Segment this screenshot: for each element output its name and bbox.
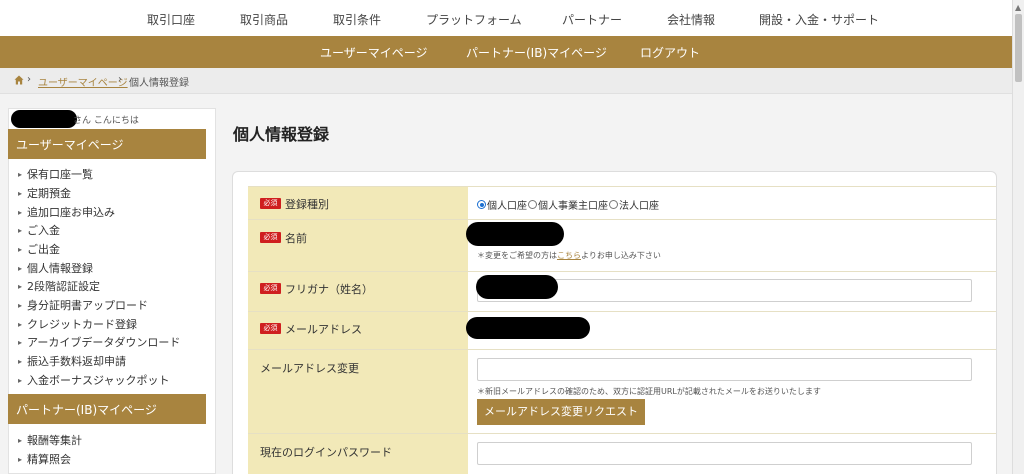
name-change-link[interactable]: こちら bbox=[557, 251, 581, 260]
row-divider bbox=[248, 311, 996, 312]
breadcrumb: › ユーザーマイページ › 個人情報登録 bbox=[0, 68, 1012, 94]
name-change-note: ＊変更をご希望の方はこちらよりお申し込み下さい bbox=[477, 250, 661, 261]
sidebar-item-settlement[interactable]: 精算照会 bbox=[18, 451, 71, 467]
redacted-username bbox=[11, 110, 77, 128]
user-greeting: さん こんにちは bbox=[9, 109, 215, 129]
required-badge: 必須 bbox=[260, 283, 281, 294]
top-nav-item-conditions[interactable]: 取引条件 bbox=[333, 11, 381, 28]
greeting-text: さん こんにちは bbox=[73, 116, 139, 126]
user-mypage-link[interactable]: ユーザーマイページ bbox=[320, 44, 428, 61]
top-nav-item-support[interactable]: 開設・入金・サポート bbox=[759, 11, 879, 28]
sidebar-item-archive-download[interactable]: アーカイブデータダウンロード bbox=[18, 334, 180, 350]
name-note-suffix: よりお申し込み下さい bbox=[581, 251, 661, 260]
name-label: 名前 bbox=[285, 232, 307, 245]
redacted-name bbox=[466, 222, 564, 246]
email-change-request-button[interactable]: メールアドレス変更リクエスト bbox=[477, 399, 645, 425]
required-badge: 必須 bbox=[260, 323, 281, 334]
sidebar-section-user: ユーザーマイページ bbox=[8, 129, 206, 159]
sidebar-item-term-deposit[interactable]: 定期預金 bbox=[18, 185, 71, 201]
breadcrumb-separator: › bbox=[27, 74, 31, 85]
radio-sole-proprietor[interactable] bbox=[528, 200, 537, 209]
radio-sole-proprietor-label[interactable]: 個人事業主口座 bbox=[538, 197, 608, 212]
top-nav-item-products[interactable]: 取引商品 bbox=[240, 11, 288, 28]
furigana-label: フリガナ（姓名） bbox=[285, 283, 373, 296]
top-nav-item-platform[interactable]: プラットフォーム bbox=[426, 11, 522, 28]
required-badge: 必須 bbox=[260, 198, 281, 209]
scrollbar-thumb[interactable] bbox=[1015, 14, 1022, 82]
name-note-prefix: ＊変更をご希望の方は bbox=[477, 251, 557, 260]
sidebar-item-add-account[interactable]: 追加口座お申込み bbox=[18, 204, 115, 220]
breadcrumb-separator: › bbox=[118, 74, 122, 85]
current-password-input[interactable] bbox=[477, 442, 972, 465]
account-type-radios: 個人口座 個人事業主口座 法人口座 bbox=[477, 197, 659, 212]
new-email-input[interactable] bbox=[477, 358, 972, 381]
required-badge: 必須 bbox=[260, 232, 281, 243]
logout-link[interactable]: ログアウト bbox=[640, 44, 700, 61]
row-divider bbox=[248, 186, 996, 187]
sidebar-item-withdrawal[interactable]: ご出金 bbox=[18, 241, 60, 257]
page-title: 個人情報登録 bbox=[233, 125, 330, 144]
redacted-furigana bbox=[476, 275, 558, 299]
sidebar-item-fee-refund[interactable]: 振込手数料返却申請 bbox=[18, 353, 126, 369]
row-divider bbox=[248, 219, 996, 220]
email-label: メールアドレス bbox=[285, 323, 362, 336]
row-divider bbox=[248, 349, 996, 350]
top-nav-item-accounts[interactable]: 取引口座 bbox=[147, 11, 195, 28]
sidebar-item-2fa[interactable]: 2段階認証設定 bbox=[18, 278, 100, 294]
account-type-label: 登録種別 bbox=[285, 198, 329, 211]
top-nav-item-company[interactable]: 会社情報 bbox=[667, 11, 715, 28]
top-nav-item-partner[interactable]: パートナー bbox=[562, 11, 622, 28]
breadcrumb-link-mypage[interactable]: ユーザーマイページ bbox=[38, 74, 128, 89]
home-icon[interactable] bbox=[14, 75, 24, 85]
sidebar-item-deposit[interactable]: ご入金 bbox=[18, 222, 60, 238]
user-nav-bar: ユーザーマイページ パートナー(IB)マイページ ログアウト bbox=[0, 36, 1012, 68]
partner-mypage-link[interactable]: パートナー(IB)マイページ bbox=[466, 44, 607, 61]
sidebar-item-personal-info[interactable]: 個人情報登録 bbox=[18, 260, 93, 276]
top-nav: 取引口座 取引商品 取引条件 プラットフォーム パートナー 会社情報 開設・入金… bbox=[0, 0, 1012, 36]
redacted-email bbox=[466, 317, 590, 339]
row-divider bbox=[248, 271, 996, 272]
email-change-note: ＊新旧メールアドレスの確認のため、双方に認証用URLが記載されたメールをお送りい… bbox=[477, 387, 821, 396]
row-divider bbox=[248, 433, 996, 434]
page-scrollbar[interactable]: ▲ bbox=[1012, 0, 1024, 474]
email-change-label: メールアドレス変更 bbox=[260, 362, 359, 375]
sidebar-item-rewards[interactable]: 報酬等集計 bbox=[18, 432, 82, 448]
current-password-label: 現在のログインパスワード bbox=[260, 446, 392, 459]
sidebar-section-partner: パートナー(IB)マイページ bbox=[8, 394, 206, 424]
breadcrumb-current: 個人情報登録 bbox=[129, 78, 189, 89]
radio-individual[interactable] bbox=[477, 200, 486, 209]
radio-corporate[interactable] bbox=[609, 200, 618, 209]
sidebar-item-accounts[interactable]: 保有口座一覧 bbox=[18, 166, 93, 182]
radio-corporate-label[interactable]: 法人口座 bbox=[619, 197, 659, 212]
radio-individual-label[interactable]: 個人口座 bbox=[487, 197, 527, 212]
sidebar-item-id-upload[interactable]: 身分証明書アップロード bbox=[18, 297, 148, 313]
scroll-up-icon[interactable]: ▲ bbox=[1015, 3, 1021, 12]
sidebar-item-credit-card[interactable]: クレジットカード登録 bbox=[18, 316, 137, 332]
sidebar-item-bonus-jackpot[interactable]: 入金ボーナスジャックポット bbox=[18, 372, 169, 388]
